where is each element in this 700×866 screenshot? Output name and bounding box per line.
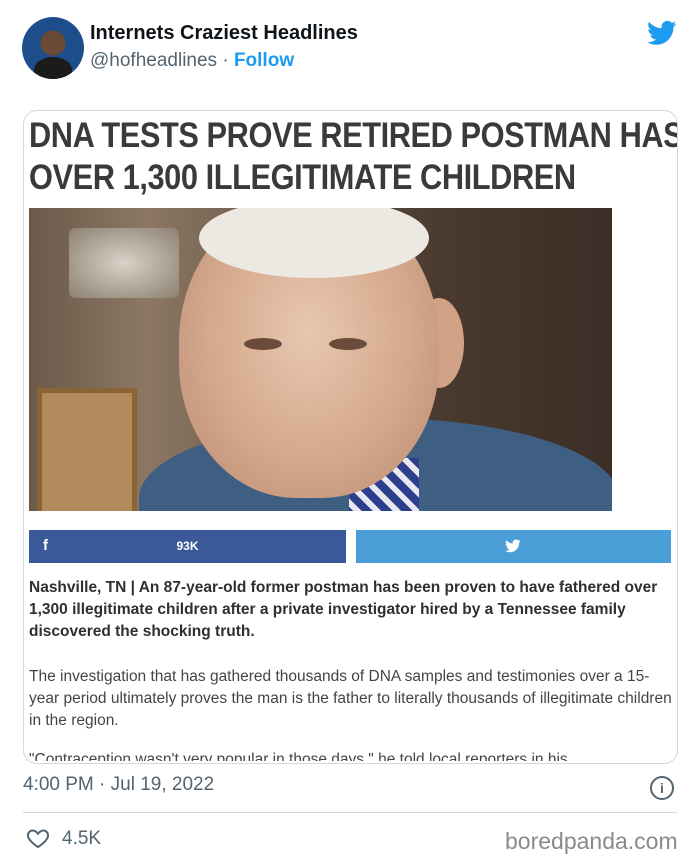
- share-count: 93K: [176, 539, 199, 553]
- divider: [23, 812, 677, 813]
- article-cut-line: "Contraception wasn't very popular in th…: [29, 751, 568, 761]
- facebook-share-bar: f 93K: [29, 530, 346, 563]
- author-handle[interactable]: @hofheadlines: [90, 50, 217, 71]
- info-icon[interactable]: i: [650, 776, 674, 800]
- photo-eye-right: [329, 338, 367, 350]
- article-body: The investigation that has gathered thou…: [29, 668, 672, 729]
- tweet-timestamp[interactable]: 4:00 PM · Jul 19, 2022: [23, 774, 214, 796]
- twitter-share-icon: [505, 539, 521, 553]
- twitter-bird-icon[interactable]: [645, 18, 679, 48]
- twitter-share-bar: [356, 530, 671, 563]
- article-lead: Nashville, TN | An 87-year-old former po…: [29, 579, 658, 640]
- photo-background-lamp: [69, 228, 179, 298]
- avatar[interactable]: [22, 17, 84, 79]
- article-headline: DNA TESTS PROVE RETIRED POSTMAN HAS OVER…: [29, 115, 678, 199]
- watermark: boredpanda.com: [505, 828, 678, 854]
- like-count[interactable]: 4.5K: [62, 828, 101, 850]
- separator-dot: ·: [222, 50, 229, 71]
- tweet-header: Internets Craziest Headlines @hofheadlin…: [0, 0, 700, 100]
- headline-line-2: OVER 1,300 ILLEGITIMATE CHILDREN: [29, 158, 576, 197]
- avatar-figure: [34, 57, 72, 79]
- headline-line-1: DNA TESTS PROVE RETIRED POSTMAN HAS: [29, 116, 678, 155]
- photo-eye-left: [244, 338, 282, 350]
- article-photo: [29, 208, 612, 511]
- heart-icon[interactable]: [25, 826, 51, 850]
- embedded-article-image[interactable]: DNA TESTS PROVE RETIRED POSTMAN HAS OVER…: [23, 110, 678, 764]
- author-handle-line: @hofheadlines · Follow: [90, 50, 294, 72]
- photo-background-frame: [37, 388, 137, 511]
- follow-button[interactable]: Follow: [234, 50, 294, 71]
- author-name[interactable]: Internets Craziest Headlines: [90, 22, 358, 45]
